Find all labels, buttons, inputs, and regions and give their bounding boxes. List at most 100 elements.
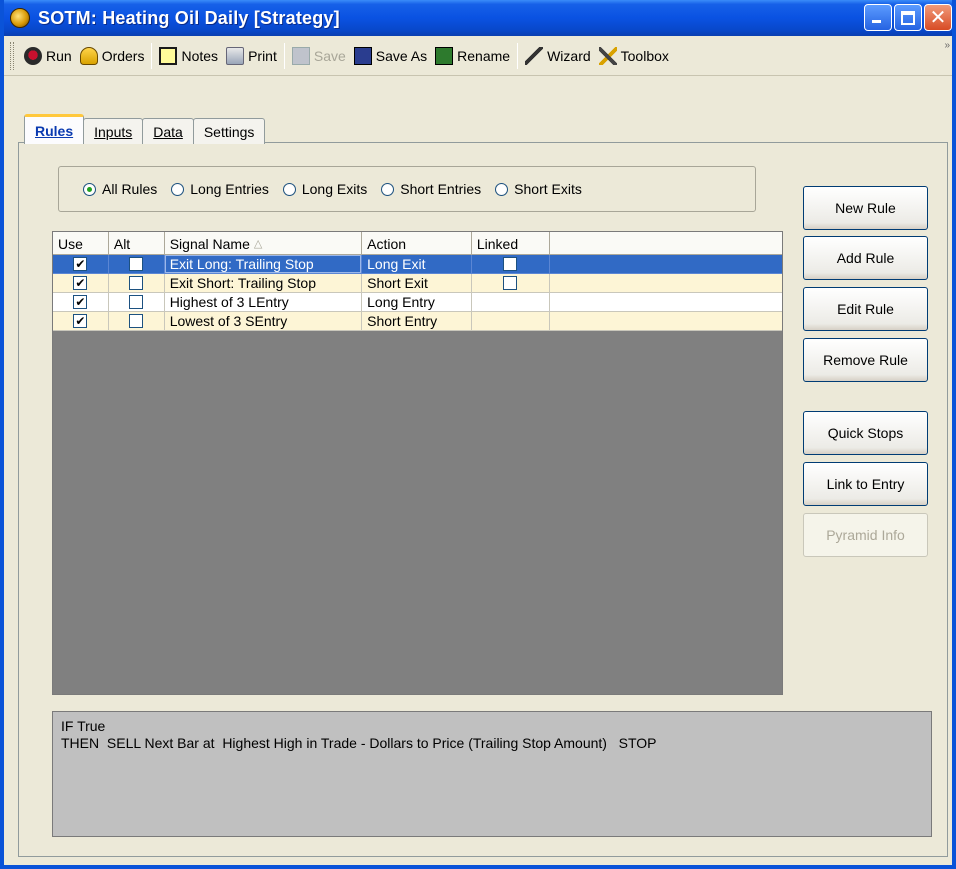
toolbar: Run Orders Notes Print Save Save As Rena… <box>4 36 952 76</box>
cell-action[interactable]: Short Exit <box>362 274 472 293</box>
header-label: Alt <box>113 235 131 252</box>
cell-alt[interactable] <box>108 274 165 293</box>
header-label: Linked <box>476 235 519 252</box>
cell-filler <box>549 312 782 331</box>
disk-icon <box>291 46 310 65</box>
maximize-button[interactable] <box>894 4 922 31</box>
save-as-icon <box>353 46 372 65</box>
print-button[interactable]: Print <box>222 41 281 71</box>
table-row[interactable]: ✔ Lowest of 3 SEntry Short Entry <box>53 312 782 331</box>
cell-linked[interactable] <box>471 293 550 312</box>
cell-signal-name[interactable]: Exit Short: Trailing Stop <box>164 274 363 293</box>
cell-filler <box>549 255 782 274</box>
cell-alt[interactable] <box>108 255 165 274</box>
use-checkbox[interactable]: ✔ <box>73 295 88 309</box>
cell-action[interactable]: Short Entry <box>362 312 472 331</box>
cell-use[interactable]: ✔ <box>53 255 109 274</box>
use-checkbox[interactable]: ✔ <box>73 257 88 271</box>
filter-short-exits[interactable]: Short Exits <box>495 181 582 197</box>
alt-checkbox[interactable] <box>129 295 144 309</box>
cell-use[interactable]: ✔ <box>53 293 109 312</box>
cell-linked[interactable] <box>471 255 550 274</box>
add-rule-button[interactable]: Add Rule <box>803 236 928 280</box>
column-header-signal-name[interactable]: Signal Name △ <box>165 232 363 255</box>
toolbar-overflow-icon[interactable]: » <box>944 40 950 51</box>
tools-icon <box>598 46 617 65</box>
filter-long-exits[interactable]: Long Exits <box>282 181 367 197</box>
save-as-button[interactable]: Save As <box>350 41 431 71</box>
remove-rule-button[interactable]: Remove Rule <box>803 338 928 382</box>
title-bar[interactable]: SOTM: Heating Oil Daily [Strategy] ✕ <box>4 0 952 36</box>
link-to-entry-button[interactable]: Link to Entry <box>803 462 928 506</box>
notes-button[interactable]: Notes <box>155 41 222 71</box>
strategy-window: SOTM: Heating Oil Daily [Strategy] ✕ Run… <box>0 0 956 869</box>
rename-label: Rename <box>457 47 511 64</box>
app-icon <box>10 8 30 28</box>
cell-use[interactable]: ✔ <box>53 312 109 331</box>
run-button[interactable]: Run <box>20 41 76 71</box>
cell-signal-name[interactable]: Exit Long: Trailing Stop <box>164 255 363 274</box>
cell-use[interactable]: ✔ <box>53 274 109 293</box>
column-header-alt[interactable]: Alt <box>109 232 165 255</box>
tab-data[interactable]: Data <box>142 118 194 144</box>
linked-checkbox[interactable] <box>503 276 518 290</box>
pyramid-info-button[interactable]: Pyramid Info <box>803 513 928 557</box>
quick-stops-label: Quick Stops <box>827 425 904 441</box>
new-rule-button[interactable]: New Rule <box>803 186 928 230</box>
cell-signal-name[interactable]: Lowest of 3 SEntry <box>164 312 363 331</box>
orders-button[interactable]: Orders <box>76 41 149 71</box>
cell-linked[interactable] <box>471 312 550 331</box>
cell-signal-name[interactable]: Highest of 3 LEntry <box>164 293 363 312</box>
tab-rules[interactable]: Rules <box>24 114 85 144</box>
column-header-action[interactable]: Action <box>362 232 472 255</box>
filter-long-entries[interactable]: Long Entries <box>171 181 269 197</box>
use-checkbox[interactable]: ✔ <box>73 314 88 328</box>
signal-name: Exit Short: Trailing Stop <box>169 275 316 291</box>
radio-icon <box>171 182 185 196</box>
cell-action[interactable]: Long Exit <box>362 255 472 274</box>
cell-alt[interactable] <box>108 312 165 331</box>
header-label: Use <box>58 235 83 252</box>
wizard-button[interactable]: Wizard <box>521 41 595 71</box>
table-row[interactable]: ✔ Exit Short: Trailing Stop Short Exit <box>53 274 782 293</box>
cell-alt[interactable] <box>108 293 165 312</box>
tab-settings[interactable]: Settings <box>192 118 266 144</box>
orders-label: Orders <box>101 47 145 64</box>
radio-checked-icon <box>83 182 96 196</box>
toolbar-separator <box>151 42 153 69</box>
signal-action: Long Exit <box>367 256 426 272</box>
linked-checkbox[interactable] <box>503 257 518 271</box>
cell-linked[interactable] <box>471 274 550 293</box>
column-header-use[interactable]: Use <box>53 232 109 255</box>
signal-name: Exit Long: Trailing Stop <box>169 256 314 272</box>
minimize-button[interactable] <box>864 4 892 31</box>
toolbar-separator <box>517 42 519 69</box>
filter-short-entries[interactable]: Short Entries <box>381 181 481 197</box>
table-row[interactable]: ✔ Exit Long: Trailing Stop Long Exit <box>53 255 782 274</box>
grid-body: ✔ Exit Long: Trailing Stop Long Exit ✔ Exit … <box>53 255 782 331</box>
quick-stops-button[interactable]: Quick Stops <box>803 411 928 455</box>
toolbar-grip[interactable] <box>10 41 14 70</box>
minimize-icon <box>872 20 881 23</box>
filter-all-rules[interactable]: All Rules <box>83 181 157 197</box>
save-button[interactable]: Save <box>288 41 350 71</box>
alt-checkbox[interactable] <box>129 276 144 290</box>
cell-action[interactable]: Long Entry <box>362 293 472 312</box>
rename-button[interactable]: Rename <box>431 41 514 71</box>
alt-checkbox[interactable] <box>129 314 144 328</box>
use-checkbox[interactable]: ✔ <box>73 276 88 290</box>
link-to-entry-label: Link to Entry <box>826 476 905 492</box>
table-row[interactable]: ✔ Highest of 3 LEntry Long Entry <box>53 293 782 312</box>
alt-checkbox[interactable] <box>129 257 144 271</box>
tab-inputs[interactable]: Inputs <box>83 118 144 144</box>
column-header-linked[interactable]: Linked <box>472 232 550 255</box>
toolbox-button[interactable]: Toolbox <box>595 41 673 71</box>
filter-label: Short Entries <box>400 181 482 197</box>
signal-name: Lowest of 3 SEntry <box>169 313 288 329</box>
notes-icon <box>159 46 178 65</box>
save-as-label: Save As <box>375 47 428 64</box>
close-button[interactable]: ✕ <box>924 4 952 31</box>
save-label: Save <box>313 47 346 64</box>
wizard-label: Wizard <box>547 47 591 64</box>
edit-rule-button[interactable]: Edit Rule <box>803 287 928 331</box>
